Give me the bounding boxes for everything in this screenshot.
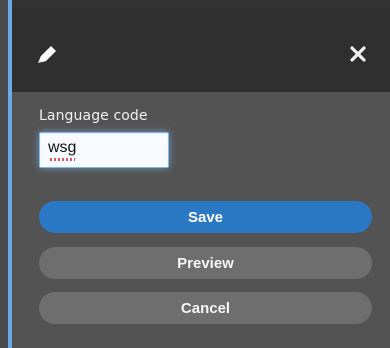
dialog-body: Language code wsg Save Preview Cancel bbox=[12, 92, 390, 348]
top-band bbox=[12, 0, 390, 8]
close-icon[interactable] bbox=[348, 44, 368, 64]
language-code-value: wsg bbox=[48, 139, 77, 156]
language-code-input[interactable]: wsg bbox=[39, 132, 169, 168]
preview-button[interactable]: Preview bbox=[39, 247, 372, 279]
spellcheck-underline bbox=[50, 158, 75, 161]
language-code-label: Language code bbox=[39, 108, 148, 124]
cancel-button[interactable]: Cancel bbox=[39, 292, 372, 324]
edit-language-dialog: Language code wsg Save Preview Cancel bbox=[8, 0, 390, 348]
pencil-icon bbox=[38, 46, 56, 63]
dialog-header bbox=[12, 8, 390, 92]
save-button[interactable]: Save bbox=[39, 201, 372, 233]
window-frame: Language code wsg Save Preview Cancel bbox=[0, 0, 390, 348]
